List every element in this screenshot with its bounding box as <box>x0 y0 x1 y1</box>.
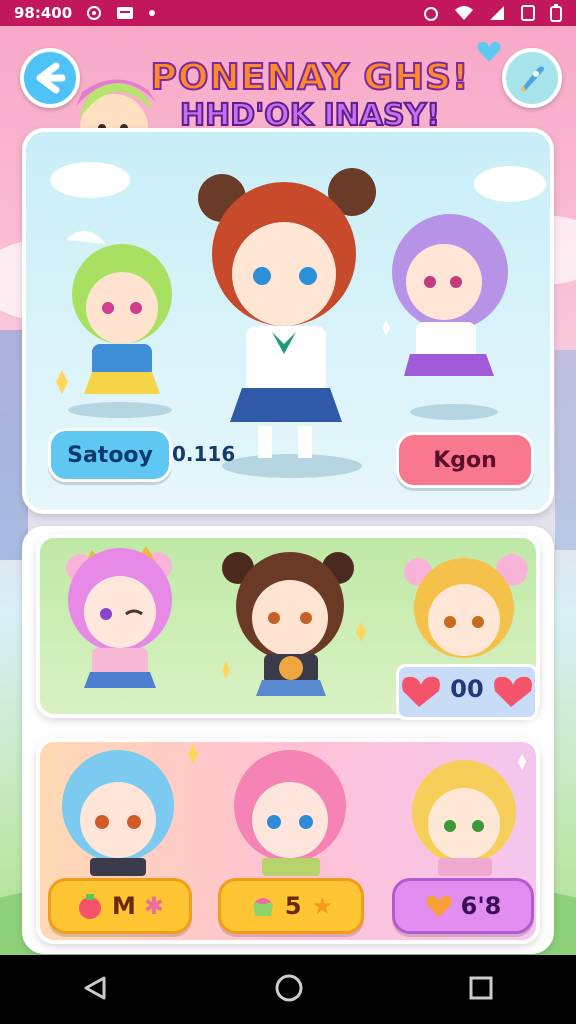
satooy-label: Satooy <box>67 442 153 468</box>
character-green-girl <box>66 230 172 418</box>
nav-home-button[interactable] <box>274 973 304 1007</box>
heart-right-icon <box>494 676 532 707</box>
heart-icon <box>477 42 501 62</box>
circle-home-icon <box>275 974 303 1001</box>
heart-left-icon <box>402 676 440 707</box>
hearts-counter-value: 00 <box>450 675 484 703</box>
title-line-1: PONENAY GHS! <box>150 57 470 99</box>
character-blonde-girl <box>404 554 528 658</box>
kgon-label: Kgon <box>433 447 497 473</box>
game-title: PONENAY GHS! HHD'OK INASY! <box>150 57 470 135</box>
cake-icon <box>252 898 273 916</box>
rocket-icon <box>520 66 544 92</box>
character-yellowhair-girl <box>412 760 516 876</box>
nav-recents-button[interactable] <box>468 975 494 1005</box>
star-icon: ★ <box>311 892 334 920</box>
badge-cake[interactable]: 5 ★ <box>218 878 364 934</box>
settings-button[interactable] <box>502 48 562 108</box>
character-brown-girl <box>222 552 354 696</box>
character-purple-girl <box>392 214 508 420</box>
badge-strawberry-value: M <box>112 892 136 920</box>
satooy-button[interactable]: Satooy <box>48 428 172 482</box>
badge-heart[interactable]: 6'8 <box>392 878 534 934</box>
sparkle-icon: ✱ <box>143 892 164 920</box>
character-pinkhair-girl <box>234 750 346 876</box>
badge-cake-value: 5 <box>284 892 302 920</box>
triangle-back-icon <box>84 976 106 999</box>
character-red-girl <box>198 168 376 478</box>
square-recents-icon <box>469 976 493 999</box>
strawberry-icon <box>79 894 101 919</box>
badge-heart-value: 6'8 <box>460 892 502 920</box>
bottom-character-row[interactable]: M ✱ 5 ★ 6'8 <box>36 738 540 944</box>
middle-character-row[interactable]: 00 <box>36 534 540 720</box>
featured-characters-panel: Satooy 0.116 Kgon <box>22 128 554 514</box>
character-blue-girl <box>62 750 174 876</box>
system-navigation-bar <box>0 955 576 1024</box>
character-pink-girl <box>66 546 172 688</box>
kgon-button[interactable]: Kgon <box>396 432 534 488</box>
badge-strawberry[interactable]: M ✱ <box>48 878 192 934</box>
score-value: 0.116 <box>172 442 236 466</box>
nav-back-button[interactable] <box>82 974 110 1006</box>
hearts-counter: 00 <box>396 664 538 720</box>
heart-icon <box>426 895 452 917</box>
